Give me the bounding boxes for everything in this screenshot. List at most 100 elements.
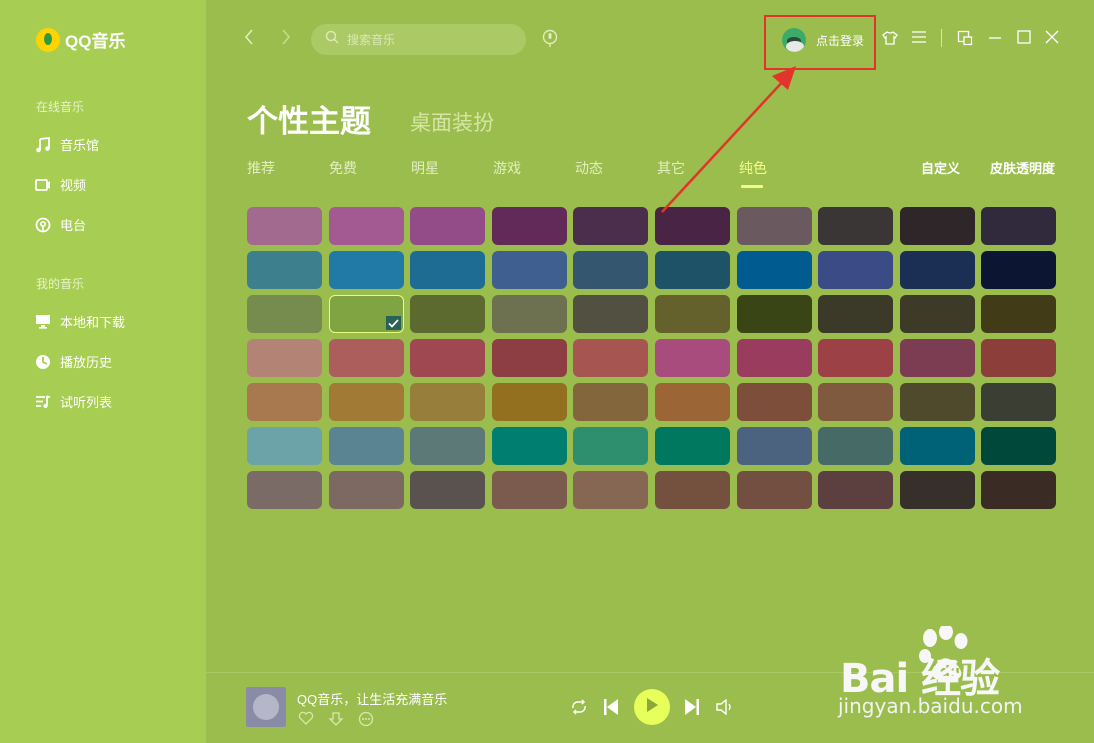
color-swatch[interactable]: [410, 427, 486, 465]
color-swatch[interactable]: [981, 427, 1057, 465]
color-swatch[interactable]: [491, 427, 567, 465]
tab-games[interactable]: 游戏: [493, 158, 521, 178]
color-swatch[interactable]: [899, 383, 975, 421]
color-swatch[interactable]: [573, 207, 649, 245]
sidebar-item-local-download[interactable]: 本地和下载: [34, 312, 125, 331]
color-swatch[interactable]: [981, 207, 1057, 245]
color-swatch[interactable]: [491, 339, 567, 377]
skin-transparency-link[interactable]: 皮肤透明度: [990, 158, 1055, 177]
tab-solid-color[interactable]: 纯色: [739, 158, 767, 188]
color-swatch[interactable]: [410, 471, 486, 509]
color-swatch[interactable]: [654, 427, 730, 465]
search-box[interactable]: [311, 24, 526, 55]
color-swatch[interactable]: [981, 383, 1057, 421]
color-swatch[interactable]: [247, 251, 322, 289]
loop-mode-icon[interactable]: [570, 699, 588, 720]
color-swatch[interactable]: [328, 339, 404, 377]
color-swatch[interactable]: [573, 251, 649, 289]
color-swatch[interactable]: [491, 251, 567, 289]
color-swatch[interactable]: [818, 427, 894, 465]
color-swatch[interactable]: [247, 427, 322, 465]
color-swatch[interactable]: [654, 295, 730, 333]
color-swatch[interactable]: [981, 251, 1057, 289]
color-swatch[interactable]: [247, 295, 322, 333]
menu-icon[interactable]: [911, 30, 927, 49]
color-swatch[interactable]: [899, 251, 975, 289]
color-swatch[interactable]: [247, 471, 322, 509]
color-swatch[interactable]: [736, 383, 812, 421]
color-swatch[interactable]: [573, 383, 649, 421]
color-swatch[interactable]: [818, 251, 894, 289]
color-swatch[interactable]: [328, 207, 404, 245]
color-swatch[interactable]: [818, 207, 894, 245]
color-swatch[interactable]: [818, 339, 894, 377]
tab-desktop-decoration[interactable]: 桌面装扮: [410, 107, 494, 137]
color-swatch[interactable]: [491, 471, 567, 509]
tab-dynamic[interactable]: 动态: [575, 158, 603, 178]
color-swatch[interactable]: [573, 339, 649, 377]
color-swatch[interactable]: [247, 383, 322, 421]
search-input[interactable]: [347, 32, 517, 47]
color-swatch[interactable]: [328, 383, 404, 421]
tab-free[interactable]: 免费: [329, 158, 357, 178]
tab-recommended[interactable]: 推荐: [247, 158, 275, 178]
color-swatch[interactable]: [654, 383, 730, 421]
color-swatch[interactable]: [818, 383, 894, 421]
color-swatch[interactable]: [899, 471, 975, 509]
color-swatch[interactable]: [573, 471, 649, 509]
color-swatch[interactable]: [899, 339, 975, 377]
color-swatch[interactable]: [328, 427, 404, 465]
color-swatch[interactable]: [247, 339, 322, 377]
play-button[interactable]: [634, 689, 670, 725]
color-swatch[interactable]: [328, 251, 404, 289]
color-swatch[interactable]: [654, 207, 730, 245]
sidebar-item-video[interactable]: 视频: [34, 175, 86, 194]
minimize-icon[interactable]: [988, 30, 1002, 49]
color-swatch[interactable]: [818, 295, 894, 333]
color-swatch[interactable]: [981, 471, 1057, 509]
app-logo[interactable]: QQ音乐: [36, 27, 125, 52]
sidebar-item-radio[interactable]: 电台: [34, 215, 86, 234]
color-swatch[interactable]: [491, 207, 567, 245]
color-swatch[interactable]: [899, 207, 975, 245]
color-swatch[interactable]: [410, 251, 486, 289]
sidebar-item-music-hall[interactable]: 音乐馆: [34, 135, 99, 154]
user-avatar[interactable]: [782, 28, 806, 52]
more-icon[interactable]: [358, 711, 374, 732]
color-swatch[interactable]: [899, 427, 975, 465]
color-swatch[interactable]: [410, 207, 486, 245]
previous-track-icon[interactable]: [603, 698, 619, 721]
skin-icon[interactable]: [882, 30, 898, 51]
color-swatch[interactable]: [573, 295, 649, 333]
color-swatch[interactable]: [410, 295, 486, 333]
custom-link[interactable]: 自定义: [921, 158, 960, 177]
color-swatch[interactable]: [736, 339, 812, 377]
color-swatch[interactable]: [491, 295, 567, 333]
color-swatch[interactable]: [981, 295, 1057, 333]
color-swatch[interactable]: [491, 383, 567, 421]
back-arrow-icon[interactable]: [244, 29, 254, 50]
volume-icon[interactable]: [716, 698, 734, 720]
mini-mode-icon[interactable]: [957, 30, 973, 51]
color-swatch[interactable]: [654, 471, 730, 509]
color-swatch[interactable]: [247, 207, 322, 245]
color-swatch[interactable]: [736, 207, 812, 245]
color-swatch[interactable]: [654, 251, 730, 289]
forward-arrow-icon[interactable]: [281, 29, 291, 50]
tab-stars[interactable]: 明星: [411, 158, 439, 178]
color-swatch[interactable]: [410, 339, 486, 377]
heart-icon[interactable]: [298, 711, 314, 732]
maximize-icon[interactable]: [1017, 30, 1031, 49]
color-swatch[interactable]: [736, 251, 812, 289]
sidebar-item-trial-list[interactable]: 试听列表: [34, 392, 112, 411]
color-swatch-selected[interactable]: [328, 295, 404, 333]
color-swatch[interactable]: [654, 339, 730, 377]
color-swatch[interactable]: [328, 471, 404, 509]
color-swatch[interactable]: [736, 471, 812, 509]
color-swatch[interactable]: [573, 427, 649, 465]
sidebar-item-history[interactable]: 播放历史: [34, 352, 112, 371]
color-swatch[interactable]: [818, 471, 894, 509]
download-icon[interactable]: [328, 711, 344, 732]
next-track-icon[interactable]: [684, 698, 700, 721]
color-swatch[interactable]: [410, 383, 486, 421]
